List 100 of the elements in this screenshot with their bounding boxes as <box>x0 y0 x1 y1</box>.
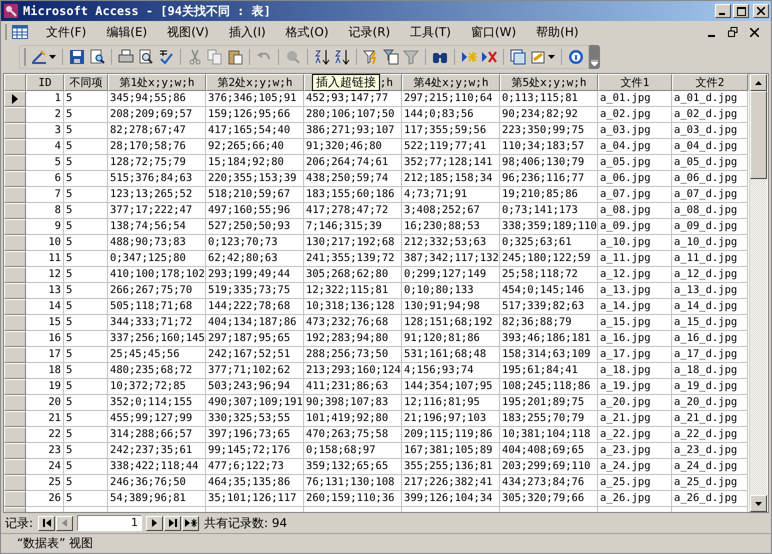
minimize-button[interactable] <box>715 4 731 18</box>
table-cell: 488;90;73;83 <box>108 235 206 251</box>
tooltip: 插入超链接 <box>312 74 380 91</box>
table-cell: 98;406;130;79 <box>500 155 598 171</box>
table-cell: 91;320;46;80 <box>304 139 402 155</box>
caret-icon[interactable] <box>548 55 555 59</box>
menu-item[interactable]: 帮助(H) <box>528 24 587 40</box>
close-button[interactable] <box>753 4 769 18</box>
database-window-icon[interactable] <box>510 49 526 65</box>
new-record-icon[interactable] <box>461 49 477 65</box>
table-cell: 4 <box>26 139 64 155</box>
copy-icon[interactable] <box>207 49 223 65</box>
table-cell: a_03_d.jpg <box>672 123 748 139</box>
spelling-icon[interactable] <box>158 49 174 65</box>
close-icon[interactable] <box>750 28 759 36</box>
menu-item[interactable]: 插入(I) <box>220 24 274 40</box>
table-cell: 91;120;81;86 <box>402 331 500 347</box>
restore-icon[interactable] <box>728 27 738 37</box>
table-cell: 522;119;77;41 <box>402 139 500 155</box>
menu-item[interactable]: 记录(R) <box>340 24 398 40</box>
table-cell: 480;235;68;72 <box>108 363 206 379</box>
table-cell: 393;46;186;181 <box>500 331 598 347</box>
table-cell: a_03.jpg <box>598 123 672 139</box>
first-icon <box>42 519 51 527</box>
menu-item[interactable]: 编辑(E) <box>98 24 156 40</box>
column-header[interactable]: ID <box>26 74 64 91</box>
design-view-icon[interactable] <box>31 49 47 65</box>
last-record-button[interactable] <box>164 516 182 530</box>
table-cell: 399;126;104;34 <box>402 491 500 507</box>
table-cell: 20 <box>26 395 64 411</box>
table-cell: 220;355;153;39 <box>206 171 304 187</box>
vertical-scrollbar[interactable] <box>749 74 767 512</box>
table-cell: a_23.jpg <box>598 443 672 459</box>
scroll-down-button[interactable] <box>750 495 767 512</box>
sort-descending-icon[interactable] <box>334 49 350 65</box>
first-record-button[interactable] <box>38 516 56 530</box>
delete-record-icon[interactable] <box>481 49 497 65</box>
menu-item[interactable]: 窗口(W) <box>462 24 524 40</box>
table-cell: 376;346;105;91 <box>206 91 304 107</box>
table-cell: 5 <box>26 155 64 171</box>
current-record-icon <box>12 94 18 104</box>
menu-item[interactable]: 格式(O) <box>278 24 337 40</box>
table-cell: 159;126;95;66 <box>206 107 304 123</box>
table-cell: 345;94;55;86 <box>108 91 206 107</box>
maximize-button[interactable] <box>733 4 749 18</box>
table-cell: a_22_d.jpg <box>672 427 748 443</box>
table-cell: 25 <box>26 475 64 491</box>
paste-icon[interactable] <box>227 49 243 65</box>
sort-ascending-icon[interactable] <box>314 49 330 65</box>
scroll-thumb[interactable] <box>750 91 767 179</box>
table-cell: 314;288;66;57 <box>108 427 206 443</box>
table-cell: a_05.jpg <box>598 155 672 171</box>
new-object-icon[interactable] <box>530 49 546 65</box>
table-cell: a_21.jpg <box>598 411 672 427</box>
column-header[interactable]: 文件2 <box>672 74 748 91</box>
table-cell: 404;134;187;86 <box>206 315 304 331</box>
table-cell: a_25_d.jpg <box>672 475 748 491</box>
column-header[interactable]: 第5处x;y;w;h <box>500 74 598 91</box>
next-record-button[interactable] <box>146 516 164 530</box>
column-header[interactable]: 文件1 <box>598 74 672 91</box>
table-cell: 110;34;183;57 <box>500 139 598 155</box>
column-header[interactable]: 第2处x;y;w;h <box>206 74 304 91</box>
record-number-field[interactable]: 1 <box>77 515 142 531</box>
table-cell: 0;347;125;80 <box>108 251 206 267</box>
table-cell: a_01.jpg <box>598 91 672 107</box>
table-cell: 12;116;81;95 <box>402 395 500 411</box>
table-cell: 505;118;71;68 <box>108 299 206 315</box>
table-cell: a_19.jpg <box>598 379 672 395</box>
table-cell: 7;146;315;39 <box>304 219 402 235</box>
menu-item[interactable]: 文件(F) <box>38 24 94 40</box>
select-all-corner[interactable] <box>4 74 26 91</box>
search-file-icon[interactable] <box>89 49 105 65</box>
filter-form-icon[interactable] <box>383 49 399 65</box>
help-icon[interactable] <box>568 49 584 65</box>
table-cell: 355;255;136;81 <box>402 459 500 475</box>
menu-item[interactable]: 工具(T) <box>402 24 459 40</box>
caret-icon[interactable] <box>49 55 56 59</box>
scroll-up-button[interactable] <box>750 74 767 91</box>
table-cell: 5 <box>64 363 108 379</box>
column-header[interactable]: 不同项 <box>64 74 108 91</box>
previous-record-button[interactable] <box>56 516 74 530</box>
record-selector[interactable] <box>4 91 26 107</box>
printer-icon[interactable] <box>118 49 134 65</box>
toolbar-options-button[interactable] <box>589 45 600 69</box>
table-cell: 212;332;53;63 <box>402 235 500 251</box>
new-record-button[interactable] <box>182 516 200 530</box>
column-header[interactable]: 第1处x;y;w;h <box>108 74 206 91</box>
table-cell: a_20.jpg <box>598 395 672 411</box>
column-header[interactable]: 第4处x;y;w;h <box>402 74 500 91</box>
table-cell: 470;263;75;58 <box>304 427 402 443</box>
table-cell: 377;17;222;47 <box>108 203 206 219</box>
save-icon[interactable] <box>69 49 85 65</box>
filter-lightning-icon[interactable] <box>363 49 379 65</box>
table-cell: 455;99;127;99 <box>108 411 206 427</box>
record-label: 记录: <box>5 514 34 532</box>
table-cell: 62;42;80;63 <box>206 251 304 267</box>
print-preview-icon[interactable] <box>138 49 154 65</box>
menu-item[interactable]: 视图(V) <box>159 24 217 40</box>
table-cell: 206;264;74;61 <box>304 155 402 171</box>
table-cell: 344;333;71;72 <box>108 315 206 331</box>
